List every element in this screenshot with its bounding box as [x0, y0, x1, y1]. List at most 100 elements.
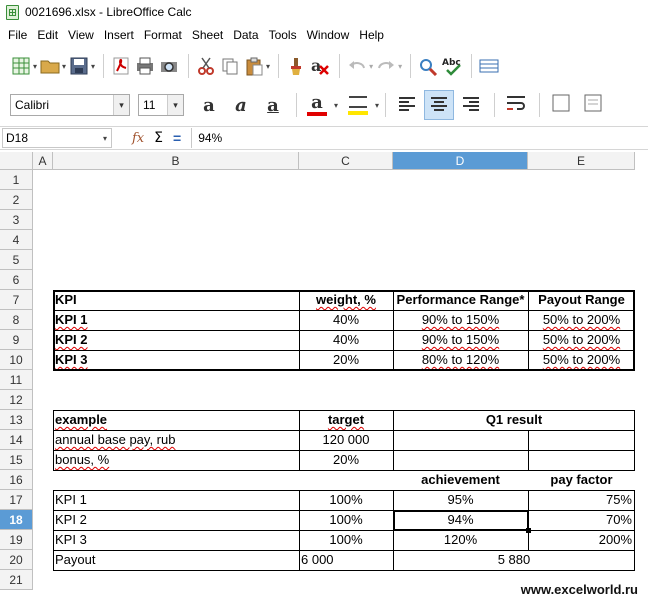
name-box[interactable]: D18 ▾	[2, 128, 112, 148]
payout-result[interactable]: 5 880	[393, 550, 635, 570]
pay-factor-label[interactable]: pay factor	[528, 470, 635, 490]
payout-label[interactable]: Payout	[53, 550, 299, 570]
align-right-button[interactable]	[456, 90, 486, 120]
kpi-weight[interactable]: 40%	[299, 330, 393, 350]
clone-formatting-button[interactable]	[285, 50, 307, 82]
column-header-a[interactable]: A	[33, 152, 53, 170]
align-center-button[interactable]	[424, 90, 455, 120]
example-label[interactable]: example	[53, 410, 299, 430]
row-header-18[interactable]: 18	[0, 510, 33, 530]
payout-range-header[interactable]: Payout Range	[528, 290, 635, 310]
example-kpi-name[interactable]: KPI 3	[53, 530, 299, 550]
spelling-button[interactable]: Abc	[441, 50, 463, 82]
sum-icon[interactable]: Σ	[154, 130, 163, 146]
example-kpi-name[interactable]: KPI 1	[53, 490, 299, 510]
menu-window[interactable]: Window	[302, 28, 355, 42]
q1-result-label[interactable]: Q1 result	[393, 410, 635, 430]
row-header-19[interactable]: 19	[0, 530, 33, 550]
kpi-weight[interactable]: 20%	[299, 350, 393, 370]
kpi-payout-range[interactable]: 50% to 200%	[528, 350, 635, 370]
target-label[interactable]: target	[299, 410, 393, 430]
example-kpi-achievement[interactable]: 120%	[393, 530, 528, 550]
payout-target[interactable]: 6 000	[299, 550, 393, 570]
row-header-5[interactable]: 5	[0, 250, 33, 270]
wrap-text-button[interactable]	[501, 90, 531, 120]
kpi-weight[interactable]: 40%	[299, 310, 393, 330]
export-pdf-button[interactable]	[110, 50, 132, 82]
example-kpi-target[interactable]: 100%	[299, 490, 393, 510]
undo-button[interactable]: ▾	[346, 50, 373, 82]
kpi-name[interactable]: KPI 3	[53, 350, 299, 370]
menu-view[interactable]: View	[63, 28, 99, 42]
example-kpi-target[interactable]: 100%	[299, 510, 393, 530]
row-header-17[interactable]: 17	[0, 490, 33, 510]
paste-button[interactable]: ▾	[243, 50, 270, 82]
kpi-performance-range[interactable]: 80% to 120%	[393, 350, 528, 370]
function-wizard-icon[interactable]: fx	[132, 131, 144, 146]
open-button[interactable]: ▾	[39, 50, 66, 82]
menu-file[interactable]: File	[3, 28, 32, 42]
kpi-payout-range[interactable]: 50% to 200%	[528, 330, 635, 350]
example-kpi-target[interactable]: 100%	[299, 530, 393, 550]
example-kpi-pay-factor[interactable]: 70%	[528, 510, 635, 530]
kpi-header[interactable]: KPI	[53, 290, 299, 310]
example-kpi-pay-factor[interactable]: 75%	[528, 490, 635, 510]
print-button[interactable]	[134, 50, 156, 82]
row-header-16[interactable]: 16	[0, 470, 33, 490]
kpi-performance-range[interactable]: 90% to 150%	[393, 330, 528, 350]
example-kpi-name[interactable]: KPI 2	[53, 510, 299, 530]
italic-button[interactable]: a	[226, 90, 256, 120]
fill-handle[interactable]	[526, 528, 531, 533]
base-pay-label[interactable]: annual base pay, rub	[53, 430, 299, 450]
bold-button[interactable]: a	[194, 90, 224, 120]
row-header-12[interactable]: 12	[0, 390, 33, 410]
kpi-name[interactable]: KPI 1	[53, 310, 299, 330]
example-kpi-pay-factor[interactable]: 200%	[528, 530, 635, 550]
row-header-4[interactable]: 4	[0, 230, 33, 250]
row-header-6[interactable]: 6	[0, 270, 33, 290]
copy-button[interactable]	[219, 50, 241, 82]
column-header-b[interactable]: B	[53, 152, 299, 170]
row-header-8[interactable]: 8	[0, 310, 33, 330]
menu-help[interactable]: Help	[354, 28, 389, 42]
kpi-name[interactable]: KPI 2	[53, 330, 299, 350]
font-color-button[interactable]: a	[303, 90, 331, 120]
find-replace-button[interactable]	[417, 50, 439, 82]
font-name-combo[interactable]: Calibri ▾	[10, 94, 130, 116]
kpi-payout-range[interactable]: 50% to 200%	[528, 310, 635, 330]
clear-formatting-button[interactable]: a	[309, 50, 331, 82]
bonus-value[interactable]: 20%	[299, 450, 393, 470]
row-header-14[interactable]: 14	[0, 430, 33, 450]
row-header-7[interactable]: 7	[0, 290, 33, 310]
row-button[interactable]	[478, 50, 500, 82]
bonus-label[interactable]: bonus, %	[53, 450, 299, 470]
row-header-10[interactable]: 10	[0, 350, 33, 370]
row-header-3[interactable]: 3	[0, 210, 33, 230]
weight-header[interactable]: weight, %	[299, 290, 393, 310]
row-header-13[interactable]: 13	[0, 410, 33, 430]
row-header-2[interactable]: 2	[0, 190, 33, 210]
redo-button[interactable]: ▾	[375, 50, 402, 82]
row-header-20[interactable]: 20	[0, 550, 33, 570]
save-button[interactable]: ▾	[68, 50, 95, 82]
row-header-9[interactable]: 9	[0, 330, 33, 350]
performance-range-header[interactable]: Performance Range*	[393, 290, 528, 310]
menu-edit[interactable]: Edit	[32, 28, 63, 42]
menu-tools[interactable]: Tools	[264, 28, 302, 42]
formula-input[interactable]: 94%	[191, 128, 648, 148]
column-header-e[interactable]: E	[528, 152, 635, 170]
row-header-1[interactable]: 1	[0, 170, 33, 190]
merge-button[interactable]	[546, 90, 576, 120]
column-header-c[interactable]: C	[299, 152, 393, 170]
menu-format[interactable]: Format	[139, 28, 187, 42]
menu-data[interactable]: Data	[228, 28, 263, 42]
formula-equals-icon[interactable]: =	[173, 130, 181, 146]
align-left-button[interactable]	[392, 90, 422, 120]
border-button[interactable]	[578, 90, 608, 120]
cut-button[interactable]	[195, 50, 217, 82]
column-header-d[interactable]: D	[393, 152, 528, 170]
new-button[interactable]: ▾	[10, 50, 37, 82]
highlight-color-button[interactable]	[344, 90, 372, 120]
row-header-11[interactable]: 11	[0, 370, 33, 390]
example-kpi-achievement[interactable]: 95%	[393, 490, 528, 510]
